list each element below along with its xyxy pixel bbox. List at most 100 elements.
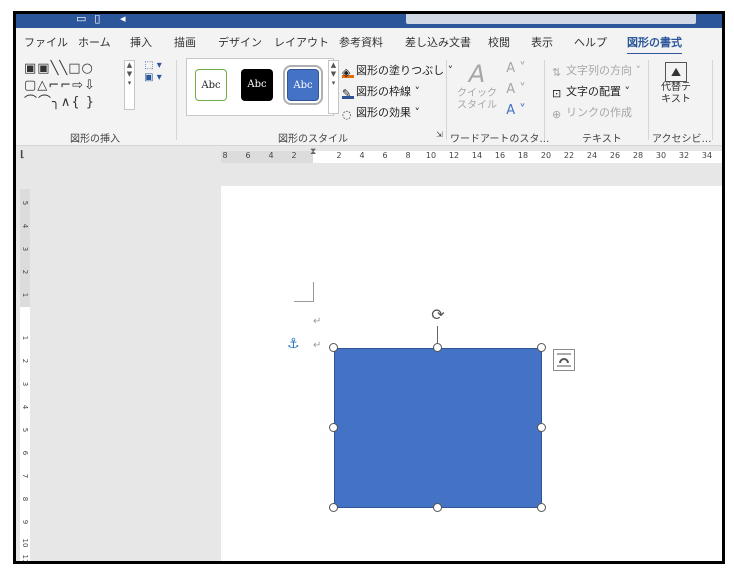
ruler-label: 26 xyxy=(609,151,621,160)
resize-handle-left[interactable] xyxy=(329,423,338,432)
styles-scroll[interactable]: ▲ ▼ ▾ xyxy=(328,60,339,114)
ruler-label: 8 xyxy=(405,151,411,160)
tab-design[interactable]: デザイン xyxy=(218,34,262,50)
resize-handle-bottom[interactable] xyxy=(433,503,442,512)
tab-draw[interactable]: 描画 xyxy=(174,34,196,50)
wordart-options[interactable]: A ˅ A ˅ A ˅ xyxy=(502,58,530,121)
ruler-label: 18 xyxy=(517,151,529,160)
textbox-icon: ▣ ▾ xyxy=(144,72,162,83)
tab-view[interactable]: 表示 xyxy=(531,34,553,50)
resize-handle-bottom-right[interactable] xyxy=(537,503,546,512)
tab-file[interactable]: ファイル xyxy=(24,34,68,50)
style-sample-dark[interactable]: Abc xyxy=(241,69,273,101)
resize-handle-right[interactable] xyxy=(537,423,546,432)
quick-style-label: クイック スタイル xyxy=(457,88,497,111)
layout-options-glyph xyxy=(557,353,571,367)
rotate-icon[interactable]: ⟳ xyxy=(429,306,447,324)
group-separator xyxy=(544,60,545,140)
shape-outline-button[interactable]: ✎ 図形の枠線 ˅ xyxy=(342,83,420,100)
ruler-label: 34 xyxy=(701,151,713,160)
layout-options-icon[interactable] xyxy=(553,349,575,371)
ruler-label: 10 xyxy=(21,538,29,548)
shape-effects-label: 図形の効果 xyxy=(356,106,411,119)
tab-references[interactable]: 参考資料 xyxy=(339,34,383,50)
ruler-label: 30 xyxy=(655,151,667,160)
ruler-label: 6 xyxy=(382,151,388,160)
tab-home[interactable]: ホーム xyxy=(78,34,111,50)
tab-layout[interactable]: レイアウト xyxy=(274,34,329,50)
quick-access-icons[interactable]: ▭▯ ◂ xyxy=(76,14,133,25)
paint-bucket-icon: ◈ xyxy=(342,66,354,79)
indent-marker[interactable]: ⧗ xyxy=(310,147,316,157)
tab-insert[interactable]: 挿入 xyxy=(130,34,152,50)
resize-handle-top-left[interactable] xyxy=(329,343,338,352)
alt-text-icon: ⛰ xyxy=(665,62,687,82)
style-sample-blue[interactable]: Abc xyxy=(283,65,323,105)
shapes-gallery[interactable]: ▣▣╲╲□○ ▢△⌐⌐⇨⇩ ⌒⌒╮∧{ } xyxy=(24,60,136,120)
text-direction-button[interactable]: ⇅ 文字列の方向 ˅ xyxy=(552,62,641,79)
resize-handle-bottom-left[interactable] xyxy=(329,503,338,512)
text-align-button[interactable]: ⊡ 文字の配置 ˅ xyxy=(552,83,630,100)
shapes-row[interactable]: ▢△⌐⌐⇨⇩ xyxy=(24,77,136,94)
style-sample-outline[interactable]: Abc xyxy=(195,69,227,101)
ribbon: ▣▣╲╲□○ ▢△⌐⌐⇨⇩ ⌒⌒╮∧{ } ▲ ▼ ▾ ⬚ ▾ ▣ ▾ 図形の挿入 … xyxy=(16,54,722,146)
anchor-icon[interactable]: ⚓ xyxy=(287,336,300,352)
group-label-accessibility: アクセシビ… xyxy=(652,134,712,145)
shapes-row[interactable]: ▣▣╲╲□○ xyxy=(24,60,136,77)
ruler-label: 2 xyxy=(21,358,29,364)
text-direction-icon: ⇅ xyxy=(552,66,562,79)
shape-effects-button[interactable]: ◌ 図形の効果 ˅ xyxy=(342,104,420,121)
selected-rectangle-shape[interactable] xyxy=(334,348,542,508)
effects-icon: ◌ xyxy=(342,108,352,121)
group-separator xyxy=(648,60,649,140)
shape-fill-button[interactable]: ◈ 図形の塗りつぶし ˅ xyxy=(342,62,453,79)
text-fill-icon: A ˅ xyxy=(506,61,526,76)
group-label-text: テキスト xyxy=(582,134,622,145)
group-separator xyxy=(712,60,713,140)
ruler-label: 16 xyxy=(494,151,506,160)
ruler-label: 7 xyxy=(21,473,29,479)
quick-style-button[interactable]: A クイック スタイル xyxy=(454,60,500,112)
text-effects-icon: A ˅ xyxy=(506,103,526,118)
create-link-label: リンクの作成 xyxy=(566,106,632,119)
horizontal-ruler[interactable]: ⌊ 8 6 4 2 2 4 6 8 10 12 14 16 18 20 22 2… xyxy=(16,146,722,166)
tab-stop-selector[interactable]: ⌊ xyxy=(20,150,24,160)
create-link-button[interactable]: ⊕ リンクの作成 xyxy=(552,104,632,121)
ruler-label: 5 xyxy=(21,427,29,433)
paragraph-mark: ↵ xyxy=(313,340,322,351)
group-label-wordart: ワードアートのスタ… xyxy=(450,134,550,145)
ruler-label: 28 xyxy=(632,151,644,160)
shape-outline-label: 図形の枠線 xyxy=(356,85,411,98)
vertical-ruler[interactable]: 5 4 3 2 1 1 2 3 4 5 6 7 8 9 10 11 xyxy=(20,189,30,561)
ruler-label: 5 xyxy=(21,200,29,206)
ruler-label: 10 xyxy=(425,151,437,160)
tab-review[interactable]: 校閲 xyxy=(488,34,510,50)
ruler-label: 22 xyxy=(563,151,575,160)
tab-mailings[interactable]: 差し込み文書 xyxy=(405,34,471,50)
group-label-insert-shapes: 図形の挿入 xyxy=(70,134,120,145)
shapes-scroll[interactable]: ▲ ▼ ▾ xyxy=(124,60,135,110)
alt-text-button[interactable]: ⛰ 代替テキスト xyxy=(656,62,696,106)
ruler-label: 9 xyxy=(21,519,29,525)
resize-handle-top[interactable] xyxy=(433,343,442,352)
ruler-label: 8 xyxy=(21,496,29,502)
ruler-label: 12 xyxy=(448,151,460,160)
dialog-launcher-icon[interactable]: ⇲ xyxy=(436,130,443,139)
shape-styles-gallery: Abc Abc Abc xyxy=(186,58,334,116)
ruler-label: 1 xyxy=(21,335,29,341)
tab-help[interactable]: ヘルプ xyxy=(574,34,607,50)
shapes-row[interactable]: ⌒⌒╮∧{ } xyxy=(24,94,136,111)
text-direction-label: 文字列の方向 xyxy=(566,64,632,77)
edit-shape-button[interactable]: ⬚ ▾ ▣ ▾ xyxy=(140,60,166,84)
tab-shape-format[interactable]: 図形の書式 xyxy=(627,34,682,55)
ruler-label: 20 xyxy=(540,151,552,160)
resize-handle-top-right[interactable] xyxy=(537,343,546,352)
link-icon: ⊕ xyxy=(552,108,562,121)
ruler-label: 6 xyxy=(21,450,29,456)
paragraph-mark: ↵ xyxy=(313,316,322,327)
ruler-label: 24 xyxy=(586,151,598,160)
ruler-label: 2 xyxy=(336,151,342,160)
document-page[interactable]: ↵ ⚓ ↵ ⟳ xyxy=(221,186,722,561)
search-box[interactable] xyxy=(406,14,696,24)
alt-text-label: 代替テキスト xyxy=(661,82,691,105)
